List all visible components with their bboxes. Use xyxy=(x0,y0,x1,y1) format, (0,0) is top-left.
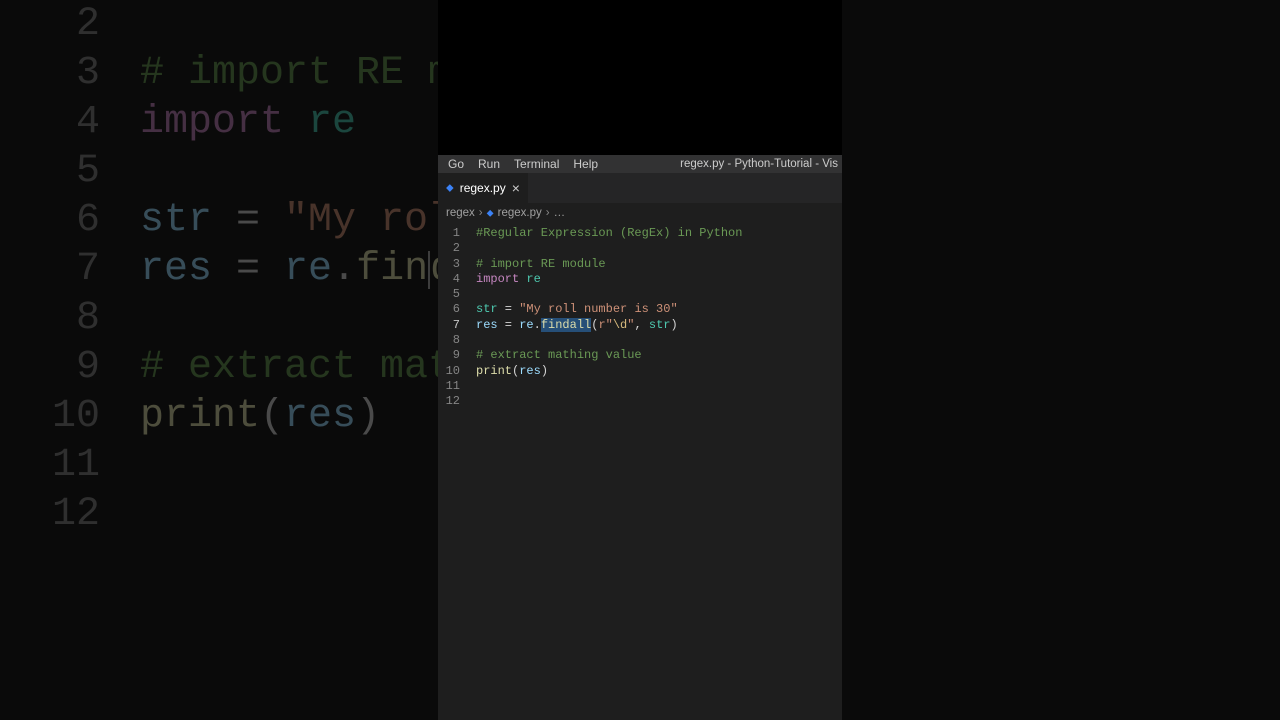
bg-line-content: res = re.finda xyxy=(140,245,478,294)
code-line[interactable]: 10print(res) xyxy=(438,364,842,379)
bg-line-number: 3 xyxy=(0,49,140,98)
breadcrumb-folder[interactable]: regex xyxy=(446,207,475,219)
bg-line-content: print(res) xyxy=(140,392,380,441)
menu-help[interactable]: Help xyxy=(566,157,605,171)
menu-run[interactable]: Run xyxy=(471,157,507,171)
line-number: 4 xyxy=(438,272,476,287)
bg-line-content: # extract math xyxy=(140,343,476,392)
tab-bar: ⬥ regex.py × xyxy=(438,173,842,203)
menu-terminal[interactable]: Terminal xyxy=(507,157,566,171)
bg-line-number: 9 xyxy=(0,343,140,392)
vscode-window: Go Run Terminal Help regex.py - Python-T… xyxy=(438,0,842,720)
line-number: 2 xyxy=(438,241,476,256)
code-line[interactable]: 1#Regular Expression (RegEx) in Python xyxy=(438,226,842,241)
bg-line-number: 5 xyxy=(0,147,140,196)
code-line[interactable]: 12 xyxy=(438,394,842,409)
breadcrumb-separator: › xyxy=(479,207,483,219)
breadcrumb-separator: › xyxy=(546,207,550,219)
line-number: 9 xyxy=(438,348,476,363)
tab-label: regex.py xyxy=(460,181,506,195)
menu-go[interactable]: Go xyxy=(441,157,471,171)
text-cursor-icon xyxy=(428,251,430,289)
code-content[interactable]: print(res) xyxy=(476,364,548,379)
code-line[interactable]: 11 xyxy=(438,379,842,394)
breadcrumb-file[interactable]: regex.py xyxy=(498,207,542,219)
tab-regex-py[interactable]: ⬥ regex.py × xyxy=(438,173,529,203)
code-line[interactable]: 7res = re.findall(r"\d", str) xyxy=(438,318,842,333)
bg-line-number: 6 xyxy=(0,196,140,245)
bg-line-content: # import RE mo xyxy=(140,49,476,98)
line-number: 6 xyxy=(438,302,476,317)
bg-line-number: 4 xyxy=(0,98,140,147)
code-line[interactable]: 9# extract mathing value xyxy=(438,348,842,363)
code-content[interactable]: import re xyxy=(476,272,541,287)
code-line[interactable]: 4import re xyxy=(438,272,842,287)
code-line[interactable]: 3# import RE module xyxy=(438,257,842,272)
bg-line-number: 12 xyxy=(0,490,140,539)
code-line[interactable]: 8 xyxy=(438,333,842,348)
python-file-icon: ⬥ xyxy=(446,182,454,195)
bg-line-number: 7 xyxy=(0,245,140,294)
code-content[interactable]: str = "My roll number is 30" xyxy=(476,302,678,317)
code-line[interactable]: 5 xyxy=(438,287,842,302)
code-line[interactable]: 6str = "My roll number is 30" xyxy=(438,302,842,317)
bg-line-number: 8 xyxy=(0,294,140,343)
line-number: 10 xyxy=(438,364,476,379)
bg-line-content: import re xyxy=(140,98,356,147)
code-line[interactable]: 2 xyxy=(438,241,842,256)
close-icon[interactable]: × xyxy=(512,180,520,196)
bg-line-number: 10 xyxy=(0,392,140,441)
code-content[interactable]: res = re.findall(r"\d", str) xyxy=(476,318,678,333)
code-editor[interactable]: 1#Regular Expression (RegEx) in Python23… xyxy=(438,223,842,720)
bg-line-number: 11 xyxy=(0,441,140,490)
empty-top-area xyxy=(438,0,842,155)
breadcrumb[interactable]: regex › ⬥ regex.py › … xyxy=(438,203,842,223)
line-number: 12 xyxy=(438,394,476,409)
line-number: 5 xyxy=(438,287,476,302)
line-number: 3 xyxy=(438,257,476,272)
line-number: 7 xyxy=(438,318,476,333)
breadcrumb-ellipsis[interactable]: … xyxy=(554,207,566,219)
bg-line-number: 2 xyxy=(0,0,140,49)
code-content[interactable]: # import RE module xyxy=(476,257,606,272)
line-number: 1 xyxy=(438,226,476,241)
line-number: 11 xyxy=(438,379,476,394)
python-file-icon: ⬥ xyxy=(487,208,494,219)
window-title: regex.py - Python-Tutorial - Vis xyxy=(680,158,842,170)
menu-bar: Go Run Terminal Help regex.py - Python-T… xyxy=(438,155,842,173)
line-number: 8 xyxy=(438,333,476,348)
code-content[interactable]: # extract mathing value xyxy=(476,348,642,363)
code-content[interactable]: #Regular Expression (RegEx) in Python xyxy=(476,226,742,241)
